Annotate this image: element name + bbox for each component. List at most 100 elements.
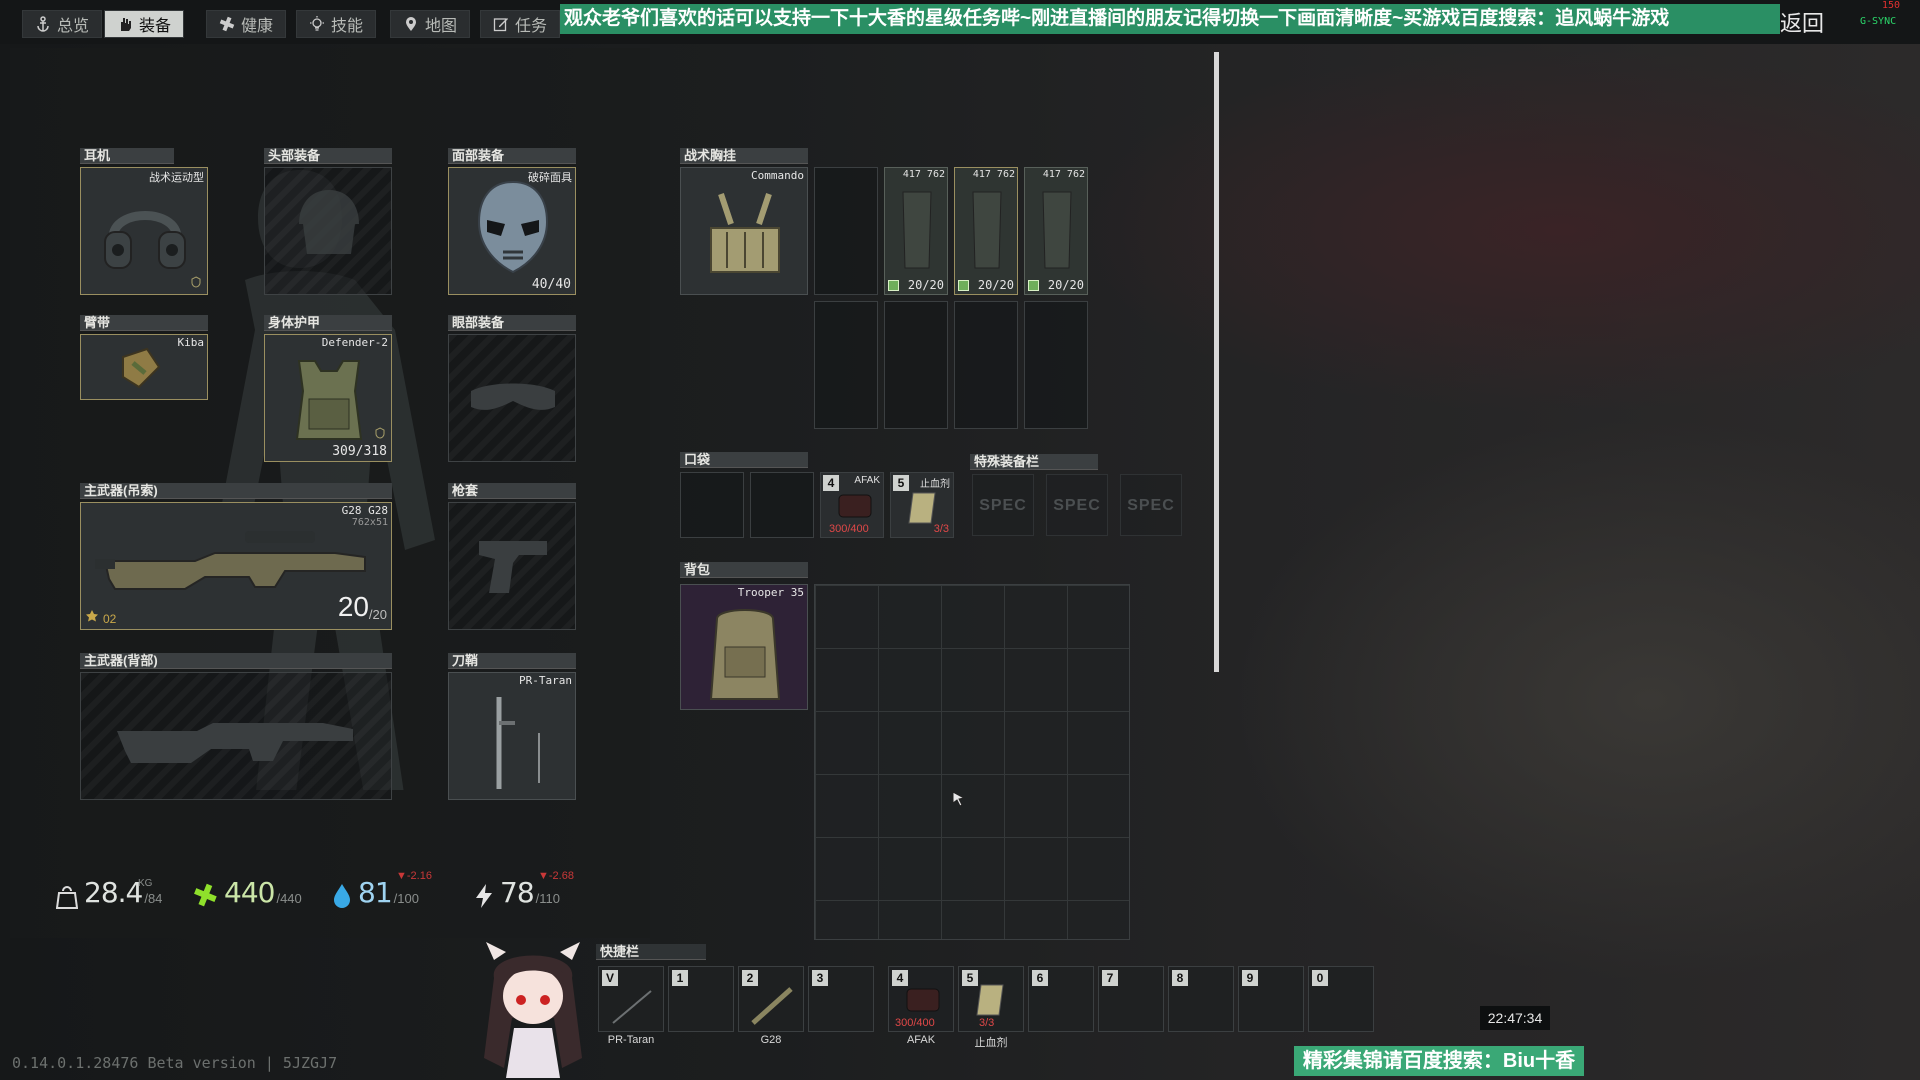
primary-back-slot[interactable] (80, 672, 392, 800)
fps-counter: 150 (1882, 0, 1901, 11)
rig-magazine-2[interactable]: 417 762 20/20 (954, 167, 1018, 295)
eyewear-slot-label: 眼部装备 (448, 315, 576, 331)
rig-slot-label: 战术胸挂 (680, 148, 808, 164)
quickbar-slot-5[interactable]: 5 3/3 (958, 966, 1024, 1032)
pocket-cell[interactable] (750, 472, 814, 538)
tab-gear-label: 装备 (139, 18, 172, 35)
water-drop-icon (334, 884, 350, 908)
rig-cell[interactable] (954, 301, 1018, 429)
pocket-cell[interactable] (680, 472, 744, 538)
rig-cell[interactable] (814, 167, 878, 295)
earpiece-slot[interactable]: 战术运动型 (80, 167, 208, 295)
quickbar-label: 快捷栏 (596, 944, 706, 960)
quickbar-key: 3 (812, 970, 828, 986)
headwear-slot[interactable] (264, 167, 392, 295)
goggles-placeholder-icon (471, 383, 555, 410)
gsync-indicator: G-SYNC (1860, 16, 1897, 27)
rig-magazine-3[interactable]: 417 762 20/20 (1024, 167, 1088, 295)
shield-icon (375, 427, 385, 439)
special-slot-1[interactable]: SPEC (972, 474, 1034, 536)
special-slot-3[interactable]: SPEC (1120, 474, 1182, 536)
quickbar-key: 9 (1242, 970, 1258, 986)
quickbar-slot-2[interactable]: 2 (738, 966, 804, 1032)
quickbar-slot-7[interactable]: 7 (1098, 966, 1164, 1032)
headset-icon (104, 211, 186, 269)
skull-mask-icon (477, 180, 549, 274)
rifle-icon (95, 531, 366, 590)
quickbar-slot-sub: 300/400 (895, 1017, 935, 1029)
clock: 22:47:34 (1480, 1006, 1550, 1030)
quickbar-slot-3[interactable]: 3 (808, 966, 874, 1032)
quickbar-slot-4[interactable]: 4 300/400 (888, 966, 954, 1032)
stream-banner: 观众老爷们喜欢的话可以支持一下十大香的星级任务哔~刚进直播间的朋友记得切换一下画… (560, 4, 1780, 34)
map-pin-icon (406, 17, 416, 31)
armband-slot-label: 臂带 (80, 315, 208, 331)
primary-ammo-count: 20 (337, 591, 369, 622)
magazine-caliber: 417 762 (902, 169, 945, 180)
pistol-placeholder-icon (479, 541, 547, 593)
facecover-slot-label: 面部装备 (448, 148, 576, 164)
scabbard-slot[interactable]: PR-Taran (448, 672, 576, 800)
tab-map[interactable]: 地图 (390, 10, 471, 38)
helmet-placeholder-icon (299, 190, 359, 254)
holster-slot[interactable] (448, 502, 576, 630)
quickbar-key: 4 (892, 970, 908, 986)
primary-sling-slot[interactable]: G28 G28 762x51 20 /20 02 (80, 502, 392, 630)
pocket-hemostatic-name: 止血剂 (920, 479, 950, 490)
tab-overview[interactable]: 总览 (22, 10, 103, 38)
rig-cell[interactable] (884, 301, 948, 429)
quickbar-slot-8[interactable]: 8 (1168, 966, 1234, 1032)
body-armor-icon (295, 360, 363, 440)
rig-item-name: Commando (751, 169, 804, 182)
rig-cell[interactable] (1024, 301, 1088, 429)
eyewear-slot[interactable] (448, 334, 576, 462)
magazine-ammo: 20/20 (1047, 278, 1084, 292)
special-slot-2[interactable]: SPEC (1046, 474, 1108, 536)
quickbar-slot-9[interactable]: 9 (1238, 966, 1304, 1032)
earpiece-slot-label: 耳机 (80, 148, 174, 164)
armor-durability: 309/318 (332, 444, 387, 459)
tab-tasks[interactable]: 任务 (480, 10, 561, 38)
hand-icon (121, 18, 131, 31)
backpack-slot-label: 背包 (680, 562, 808, 578)
scrollbar[interactable] (1214, 52, 1219, 672)
shield-icon (191, 276, 201, 288)
lightning-icon (476, 884, 492, 908)
mouse-cursor-icon (952, 791, 966, 807)
tab-gear[interactable]: 装备 (104, 10, 185, 38)
quickbar-slot-v[interactable]: V (598, 966, 664, 1032)
quickbar-slot-label: PR-Taran (607, 1034, 655, 1046)
back-button[interactable]: 返回 (1780, 6, 1824, 38)
pocket-afak-name: AFAK (854, 475, 880, 486)
facecover-slot[interactable]: 破碎面具 40/40 (448, 167, 576, 295)
tab-map-label: 地图 (425, 18, 458, 35)
backpack-grid[interactable] (814, 584, 1130, 940)
lightbulb-icon (310, 16, 324, 31)
scabbard-slot-label: 刀鞘 (448, 653, 576, 669)
rig-cell[interactable] (814, 301, 878, 429)
rig-magazine-1[interactable]: 417 762 20/20 (884, 167, 948, 295)
medkit-icon (906, 988, 940, 1012)
pocket-hemostatic[interactable]: 5 止血剂 3/3 (890, 472, 954, 538)
quickbar-key: 0 (1312, 970, 1328, 986)
pocket-afak[interactable]: 4 AFAK 300/400 (820, 472, 884, 538)
quickbar-slot-6[interactable]: 6 (1028, 966, 1094, 1032)
streamer-mascot-avatar (484, 942, 582, 1078)
checked-icon (958, 280, 969, 291)
armor-slot[interactable]: Defender-2 309/318 (264, 334, 392, 462)
health-icon (219, 16, 235, 32)
tab-skills[interactable]: 技能 (296, 10, 377, 38)
tab-health[interactable]: 健康 (206, 10, 287, 38)
weight-unit: KG (138, 878, 153, 889)
quickbar-slot-0[interactable]: 0 (1308, 966, 1374, 1032)
rig-slot[interactable]: Commando (680, 167, 808, 295)
earpiece-item-name: 战术运动型 (149, 171, 204, 184)
primary-back-slot-label: 主武器(背部) (80, 653, 392, 669)
armband-item-name: Kiba (177, 336, 205, 349)
tab-overview-label: 总览 (57, 18, 90, 35)
quickbar-slot-1[interactable]: 1 (668, 966, 734, 1032)
backpack-slot[interactable]: Trooper 35 (680, 584, 808, 710)
quickbar-slot-label: AFAK (906, 1034, 936, 1046)
armband-slot[interactable]: Kiba (80, 334, 208, 400)
armband-icon (122, 347, 161, 389)
